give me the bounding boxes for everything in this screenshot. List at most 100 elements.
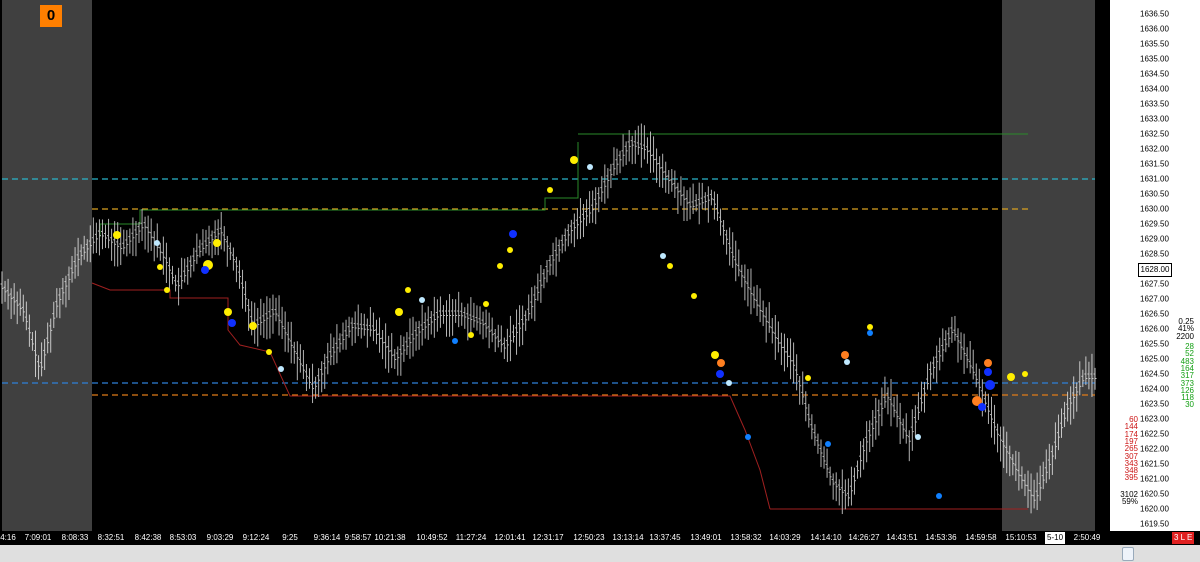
price-tick: 1620.50 — [1140, 489, 1169, 499]
time-tick: 12:01:41 — [494, 533, 526, 542]
signal-marker — [157, 264, 163, 270]
time-tick: 14:03:29 — [769, 533, 801, 542]
price-tick: 1635.00 — [1140, 54, 1169, 64]
signal-marker — [570, 156, 578, 164]
price-tick: 1622.50 — [1140, 429, 1169, 439]
time-tick: 2:50:49 — [1073, 533, 1101, 542]
time-tick: 14:26:27 — [848, 533, 880, 542]
time-tick: 10:21:38 — [374, 533, 406, 542]
price-tick: 1619.50 — [1140, 519, 1169, 529]
order-flow-count: 59% — [1121, 497, 1138, 507]
signal-marker — [587, 164, 593, 170]
time-tick: 9:12:24 — [242, 533, 270, 542]
price-tick: 1624.00 — [1140, 384, 1169, 394]
price-tick: 1626.00 — [1140, 324, 1169, 334]
horizontal-scrollbar[interactable] — [0, 545, 1200, 562]
signal-marker — [841, 351, 849, 359]
price-tick: 1620.00 — [1140, 504, 1169, 514]
signal-marker — [405, 287, 411, 293]
signal-marker — [1007, 373, 1015, 381]
time-tick: 7:09:01 — [24, 533, 52, 542]
price-tick: 1627.50 — [1140, 279, 1169, 289]
signal-marker — [266, 349, 272, 355]
signal-marker — [228, 319, 236, 327]
signal-marker — [509, 230, 517, 238]
signal-marker — [213, 239, 221, 247]
price-tick: 1624.50 — [1140, 369, 1169, 379]
corner-label[interactable]: 3 L E — [1172, 532, 1195, 544]
time-tick: 11:27:24 — [455, 533, 487, 542]
signal-marker — [452, 338, 458, 344]
time-tick: 14:43:51 — [886, 533, 918, 542]
time-tick: 14:53:36 — [925, 533, 957, 542]
signal-marker — [726, 380, 732, 386]
scrollbar-thumb[interactable] — [1122, 547, 1134, 561]
signal-marker — [691, 293, 697, 299]
signal-marker — [985, 380, 995, 390]
time-tick: 9:36:14 — [313, 533, 341, 542]
order-flow-count: 2200 — [1176, 331, 1194, 341]
signal-marker — [984, 359, 992, 367]
time-tick: 9:03:29 — [206, 533, 234, 542]
time-tick: 12:31:17 — [532, 533, 564, 542]
signal-marker — [395, 308, 403, 316]
price-tick: 1621.00 — [1140, 474, 1169, 484]
signal-marker — [201, 266, 209, 274]
price-tick: 1627.00 — [1140, 294, 1169, 304]
time-tick: 8:42:38 — [134, 533, 162, 542]
signal-marker — [844, 359, 850, 365]
price-tick: 1630.00 — [1140, 204, 1169, 214]
signal-marker — [113, 231, 121, 239]
price-tick: 1629.00 — [1140, 234, 1169, 244]
signal-marker — [154, 240, 160, 246]
price-tick: 1635.50 — [1140, 39, 1169, 49]
time-tick: 9:58:57 — [344, 533, 372, 542]
signal-marker — [978, 403, 986, 411]
signal-marker — [1022, 371, 1028, 377]
price-tick: 1632.00 — [1140, 144, 1169, 154]
price-tick: 1632.50 — [1140, 129, 1169, 139]
price-tick: 1633.00 — [1140, 114, 1169, 124]
time-tick: 4:16 — [0, 533, 16, 542]
time-tick: 13:37:45 — [649, 533, 681, 542]
range-label: 5-10 — [1045, 532, 1066, 544]
price-tick: 1631.00 — [1140, 174, 1169, 184]
signal-marker — [419, 297, 425, 303]
price-tick: 1634.00 — [1140, 84, 1169, 94]
signal-marker — [711, 351, 719, 359]
time-tick: 14:14:10 — [810, 533, 842, 542]
price-tick: 1631.50 — [1140, 159, 1169, 169]
time-tick: 10:49:52 — [416, 533, 448, 542]
signal-marker — [249, 322, 257, 330]
step-line-high — [99, 142, 579, 237]
price-tick: 1628.50 — [1140, 249, 1169, 259]
order-flow-count: 30 — [1185, 400, 1194, 410]
time-tick: 13:58:32 — [730, 533, 762, 542]
signal-marker — [497, 263, 503, 269]
signal-marker — [936, 493, 942, 499]
signal-marker — [468, 332, 474, 338]
price-tick: 1625.50 — [1140, 339, 1169, 349]
time-tick: 13:49:01 — [690, 533, 722, 542]
signal-marker — [745, 434, 751, 440]
signal-marker — [483, 301, 489, 307]
signal-marker — [660, 253, 666, 259]
signal-marker — [547, 187, 553, 193]
signal-marker — [915, 434, 921, 440]
time-tick: 15:10:53 — [1005, 533, 1037, 542]
signal-marker — [717, 359, 725, 367]
signal-marker — [805, 375, 811, 381]
price-tick: 1625.00 — [1140, 354, 1169, 364]
signal-marker — [278, 366, 284, 372]
signal-marker — [867, 330, 873, 336]
signal-marker — [716, 370, 724, 378]
price-tick: 1621.50 — [1140, 459, 1169, 469]
price-tick: 1622.00 — [1140, 444, 1169, 454]
signal-marker — [825, 441, 831, 447]
price-tick: 1634.50 — [1140, 69, 1169, 79]
price-chart — [0, 0, 1097, 531]
signal-marker — [507, 247, 513, 253]
time-tick: 8:08:33 — [61, 533, 89, 542]
price-tick: 1633.50 — [1140, 99, 1169, 109]
time-tick: 12:50:23 — [573, 533, 605, 542]
